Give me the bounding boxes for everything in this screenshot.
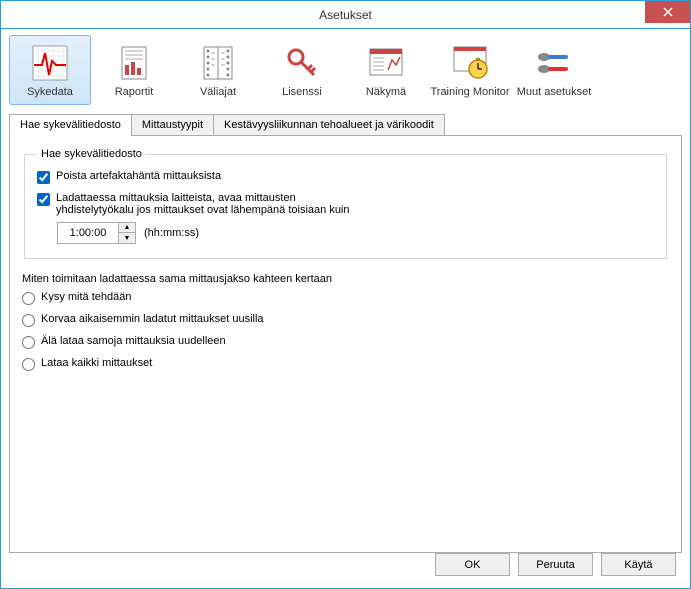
toolbar-item-valiajat[interactable]: Väliajat xyxy=(177,35,259,105)
key-icon xyxy=(282,43,322,83)
subtab-kestavyys[interactable]: Kestävyysliikunnan tehoalueet ja värikoo… xyxy=(213,114,445,136)
checkbox-artefakta[interactable] xyxy=(37,171,50,184)
time-spinner[interactable]: ▲ ▼ xyxy=(57,222,136,244)
subtab-mittaustyypit[interactable]: Mittaustyypit xyxy=(131,114,214,136)
toolbar-label: Näkymä xyxy=(366,86,406,98)
content-panel: Hae sykevälitiedosto Poista artefaktahän… xyxy=(9,135,682,553)
apply-button[interactable]: Käytä xyxy=(601,553,676,576)
radio-kysy[interactable] xyxy=(22,292,35,305)
toolbar-label: Raportit xyxy=(115,86,154,98)
report-icon xyxy=(114,43,154,83)
toolbar-item-lisenssi[interactable]: Lisenssi xyxy=(261,35,343,105)
checkbox-yhdistely-label: Ladattaessa mittauksia laitteista, avaa … xyxy=(56,192,350,216)
titlebar: Asetukset xyxy=(1,1,690,29)
heartrate-icon xyxy=(30,43,70,83)
radio-korvaa-label: Korvaa aikaisemmin ladatut mittaukset uu… xyxy=(41,313,264,325)
radio-lataa-kaikki[interactable] xyxy=(22,358,35,371)
toolbar-item-muut[interactable]: Muut asetukset xyxy=(513,35,595,105)
toolbar-item-raportit[interactable]: Raportit xyxy=(93,35,175,105)
subtab-hae[interactable]: Hae sykevälitiedosto xyxy=(9,114,132,136)
view-icon xyxy=(366,43,406,83)
toolbar: Sykedata Raportit Väliajat Lisenssi Näky… xyxy=(1,29,690,105)
notebook-icon xyxy=(198,43,238,83)
close-button[interactable] xyxy=(645,1,690,23)
group-duplicate-legend: Miten toimitaan ladattaessa sama mittaus… xyxy=(22,273,669,285)
checkbox-artefakta-label: Poista artefaktahäntä mittauksista xyxy=(56,170,221,182)
toolbar-label: Sykedata xyxy=(27,86,73,98)
spinner-down[interactable]: ▼ xyxy=(119,233,135,243)
radio-ala-lataa-label: Älä lataa samoja mittauksia uudelleen xyxy=(41,335,226,347)
ok-button[interactable]: OK xyxy=(435,553,510,576)
toolbar-label: Training Monitor xyxy=(430,86,509,98)
settings-window: Asetukset Sykedata Raportit Väliajat xyxy=(0,0,691,589)
time-input[interactable] xyxy=(58,224,118,242)
toolbar-label: Lisenssi xyxy=(282,86,322,98)
toolbar-label: Väliajat xyxy=(200,86,236,98)
checkbox-yhdistely[interactable] xyxy=(37,193,50,206)
stopwatch-icon xyxy=(450,43,490,83)
close-icon xyxy=(663,7,673,17)
group-duplicate: Miten toimitaan ladattaessa sama mittaus… xyxy=(22,273,669,371)
group-hae: Hae sykevälitiedosto Poista artefaktahän… xyxy=(24,148,667,259)
time-format-label: (hh:mm:ss) xyxy=(144,227,199,239)
subtabs: Hae sykevälitiedosto Mittaustyypit Kestä… xyxy=(9,114,682,136)
radio-kysy-label: Kysy mitä tehdään xyxy=(41,291,132,303)
radio-ala-lataa[interactable] xyxy=(22,336,35,349)
toolbar-item-training-monitor[interactable]: Training Monitor xyxy=(429,35,511,105)
toolbar-item-sykedata[interactable]: Sykedata xyxy=(9,35,91,105)
cancel-button[interactable]: Peruuta xyxy=(518,553,593,576)
radio-korvaa[interactable] xyxy=(22,314,35,327)
toolbar-item-nakyma[interactable]: Näkymä xyxy=(345,35,427,105)
tools-icon xyxy=(534,43,574,83)
toolbar-label: Muut asetukset xyxy=(517,86,592,98)
spinner-up[interactable]: ▲ xyxy=(119,223,135,233)
radio-lataa-kaikki-label: Lataa kaikki mittaukset xyxy=(41,357,152,369)
group-hae-legend: Hae sykevälitiedosto xyxy=(37,148,146,160)
window-title: Asetukset xyxy=(319,8,372,22)
dialog-buttons: OK Peruuta Käytä xyxy=(435,553,676,576)
